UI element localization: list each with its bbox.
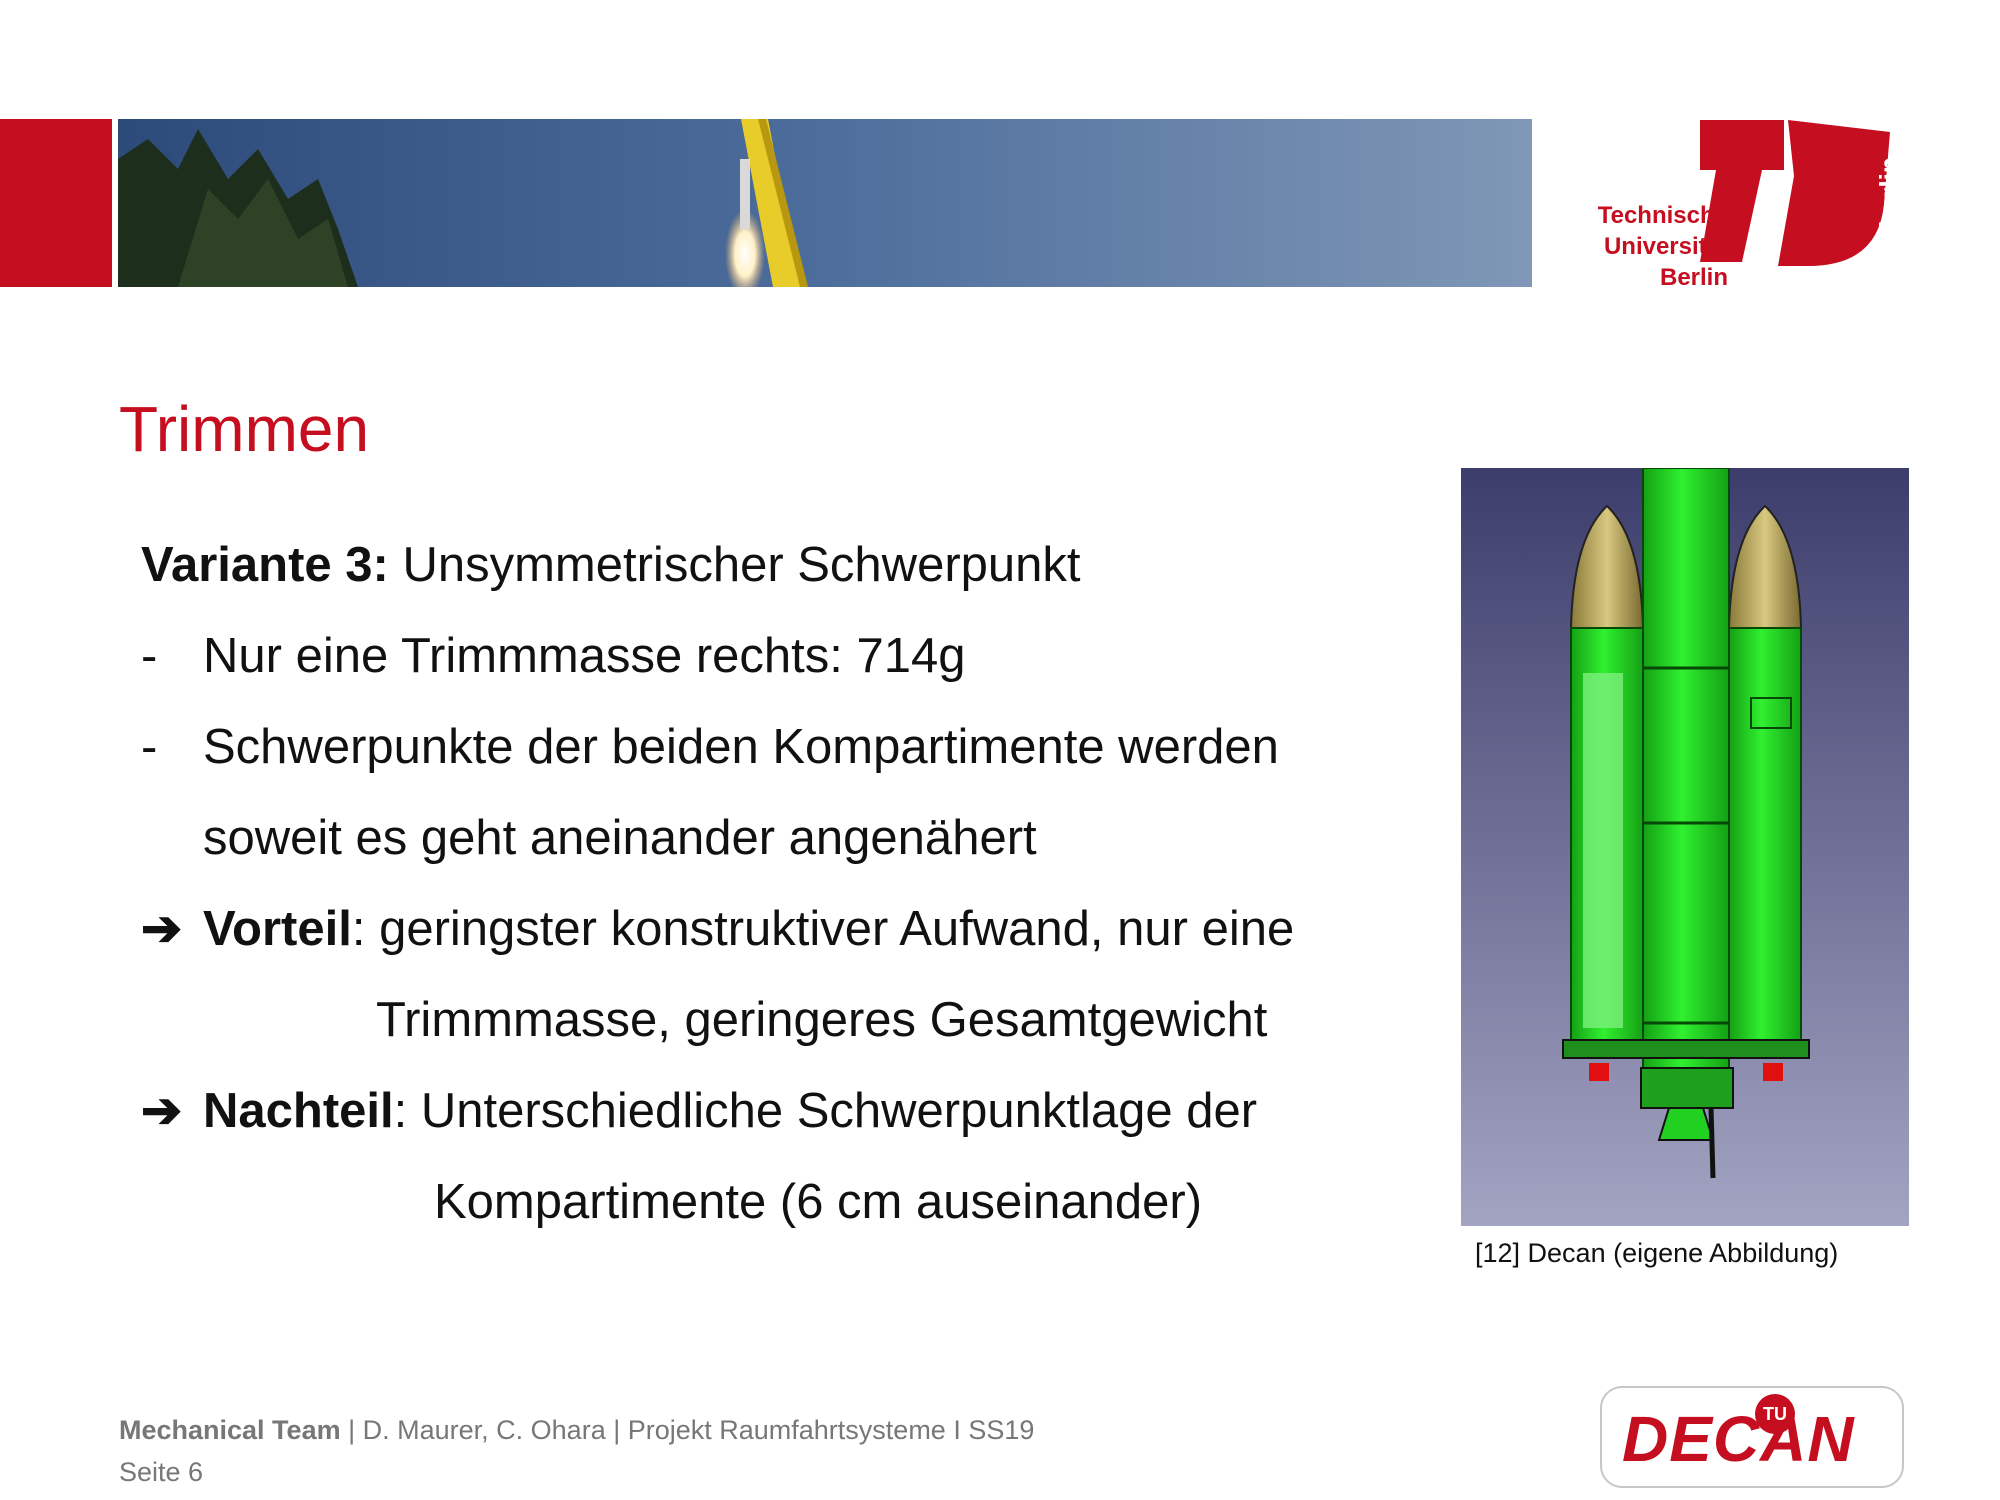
bullet-item-2-text-line-2: soweit es geht aneinander angenähert <box>203 811 1037 865</box>
slide-content: Variante 3: Unsymmetrischer Schwerpunkt … <box>141 520 1381 1248</box>
decan-logo-text: DECAN <box>1622 1403 1855 1475</box>
disadvantage-text-line-2: Kompartimente (6 cm auseinander) <box>434 1175 1203 1229</box>
bullet-item-2: - Schwerpunkte der beiden Kompartimente … <box>141 702 1381 793</box>
bullet-item-2-text-line-1: Schwerpunkte der beiden Kompartimente we… <box>203 720 1279 774</box>
rocket-cad-figure <box>1461 468 1909 1226</box>
tu-logo-line-1: Technische <box>1597 202 1728 229</box>
decan-logo: DECAN TU <box>1600 1386 1904 1488</box>
footer-team: Mechanical Team <box>119 1415 341 1445</box>
bullet-item-2-continued: soweit es geht aneinander angenähert <box>141 793 1381 884</box>
advantage-label: Vorteil <box>203 902 352 956</box>
arrow-right-icon: ➔ <box>141 902 183 956</box>
advantage-text-line-1: : geringster konstruktiver Aufwand, nur … <box>351 902 1295 956</box>
bullet-dash: - <box>141 629 158 683</box>
arrow-right-icon: ➔ <box>141 1084 183 1138</box>
advantage-line: ➔ Vorteil: geringster konstruktiver Aufwa… <box>141 884 1381 975</box>
bullet-item-1-text: Nur eine Trimmmasse rechts: 714g <box>203 629 966 683</box>
tu-berlin-logo: Technische Universität Berlin berlin <box>1588 116 1908 296</box>
disadvantage-line: ➔ Nachteil: Unterschiedliche Schwerpunktl… <box>141 1066 1381 1157</box>
page-number: Seite 6 <box>119 1457 204 1487</box>
bullet-dash: - <box>141 720 158 774</box>
figure-caption: [12] Decan (eigene Abbildung) <box>1475 1238 1839 1268</box>
header-banner-image <box>118 119 1532 287</box>
variant-heading-label: Variante 3: <box>141 538 389 592</box>
variant-heading-text: Unsymmetrischer Schwerpunkt <box>388 538 1081 592</box>
variant-heading: Variante 3: Unsymmetrischer Schwerpunkt <box>141 520 1381 611</box>
tu-logo-line-3: Berlin <box>1659 264 1728 291</box>
disadvantage-label: Nachteil <box>203 1084 394 1138</box>
footer-credits: Mechanical Team | D. Maurer, C. Ohara | … <box>119 1409 1034 1451</box>
disadvantage-line-continued: Kompartimente (6 cm auseinander) <box>141 1157 1381 1248</box>
decan-tu-badge: TU <box>1755 1394 1795 1434</box>
footer-separator: | <box>340 1415 363 1445</box>
footer: Mechanical Team | D. Maurer, C. Ohara | … <box>119 1409 1034 1493</box>
header-red-block <box>0 119 112 287</box>
rocket-launch-photo <box>118 119 1532 287</box>
rocket-cad-image <box>1461 468 1909 1226</box>
footer-authors: D. Maurer, C. Ohara | Projekt Raumfahrts… <box>362 1415 1035 1445</box>
page-title: Trimmen <box>119 393 370 465</box>
advantage-text-line-2: Trimmmasse, geringeres Gesamtgewicht <box>376 993 1268 1047</box>
tu-logo-line-2: Universität <box>1603 233 1728 260</box>
tu-logo-wordmark: Technische Universität Berlin <box>1598 200 1728 293</box>
tu-logo-berlin-vertical: berlin <box>1874 157 1904 228</box>
disadvantage-text-line-1: : Unterschiedliche Schwerpunktlage der <box>393 1084 1258 1138</box>
advantage-line-continued: Trimmmasse, geringeres Gesamtgewicht <box>141 975 1381 1066</box>
bullet-item-1: - Nur eine Trimmmasse rechts: 714g <box>141 611 1381 702</box>
